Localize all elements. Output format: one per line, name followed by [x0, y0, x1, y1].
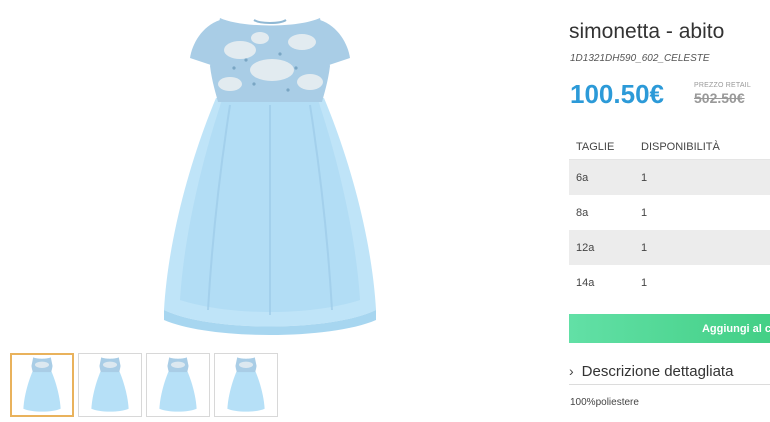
chevron-right-icon: ›: [569, 363, 574, 379]
size-row[interactable]: 8a 1: [569, 195, 770, 230]
size-cell: 12a: [576, 241, 595, 254]
size-row[interactable]: 14a 1: [569, 265, 770, 300]
size-cell: 14a: [576, 276, 595, 289]
availability-cell: 1: [641, 171, 648, 184]
availability-cell: 1: [641, 241, 648, 254]
thumbnail-strip: [10, 353, 278, 417]
sizes-table-header: TAGLIE DISPONIBILITÀ: [569, 135, 770, 160]
add-to-cart-button[interactable]: Aggiungi al c: [569, 314, 770, 343]
product-gallery: [0, 0, 540, 422]
product-info-panel: simonetta - abito 1D1321DH590_602_CELEST…: [569, 0, 770, 422]
description-text: 100%poliestere: [570, 397, 639, 408]
thumbnail-dress-image: [159, 357, 197, 412]
thumbnail-3[interactable]: [146, 353, 210, 417]
product-sku: 1D1321DH590_602_CELESTE: [570, 53, 710, 64]
availability-cell: 1: [641, 276, 648, 289]
retail-price: 502.50€: [694, 90, 745, 106]
thumbnail-2[interactable]: [78, 353, 142, 417]
size-cell: 6a: [576, 171, 589, 184]
header-availability: DISPONIBILITÀ: [641, 141, 720, 153]
retail-price-label: PREZZO RETAIL: [694, 82, 751, 89]
sizes-table: TAGLIE DISPONIBILITÀ 6a 1 8a 1 12a 1 14a…: [569, 135, 770, 300]
main-product-image[interactable]: [150, 10, 390, 340]
description-toggle-label: Descrizione dettagliata: [581, 362, 734, 380]
thumbnail-dress-image: [23, 357, 61, 412]
product-title: simonetta - abito: [569, 20, 725, 43]
product-price: 100.50€: [570, 79, 664, 109]
thumbnail-dress-image: [227, 357, 265, 412]
size-row[interactable]: 6a 1: [569, 160, 770, 195]
thumbnail-dress-image: [91, 357, 129, 412]
size-row[interactable]: 12a 1: [569, 230, 770, 265]
header-sizes: TAGLIE: [576, 141, 615, 153]
availability-cell: 1: [641, 206, 648, 219]
size-cell: 8a: [576, 206, 589, 219]
thumbnail-4[interactable]: [214, 353, 278, 417]
thumbnail-1[interactable]: [10, 353, 74, 417]
description-toggle[interactable]: › Descrizione dettagliata: [569, 358, 770, 385]
